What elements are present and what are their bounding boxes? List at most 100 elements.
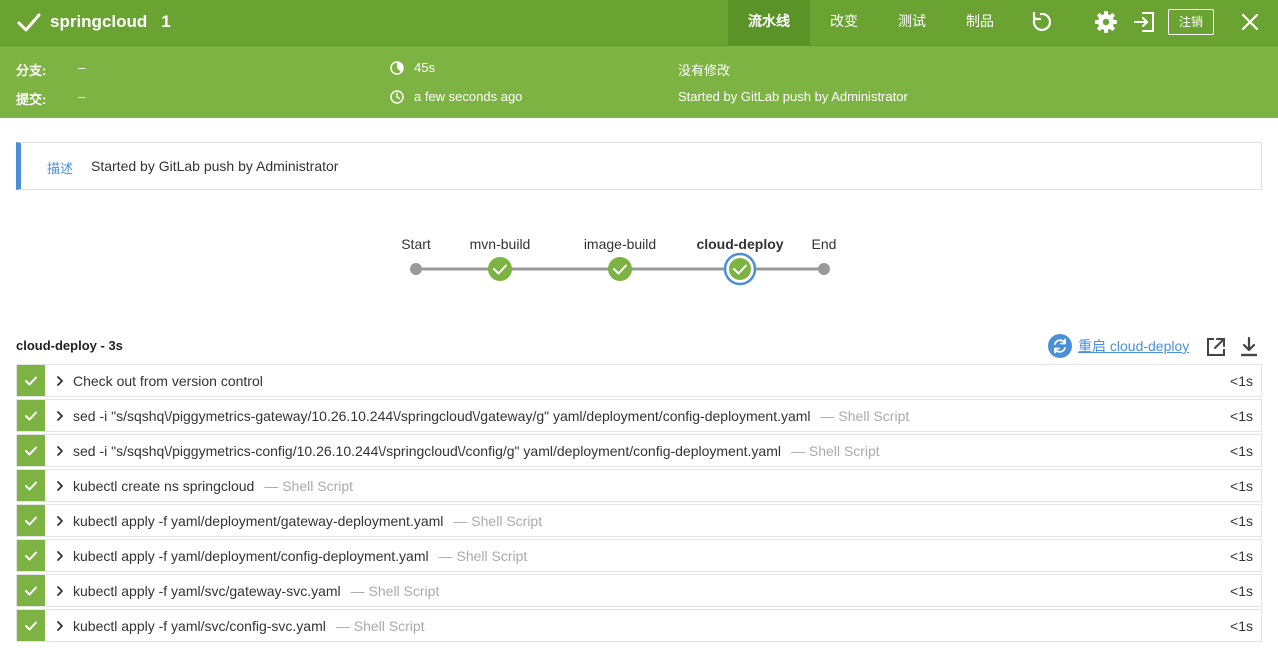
step-duration: <1s bbox=[1230, 373, 1253, 389]
step-command: kubectl apply -f yaml/deployment/config-… bbox=[73, 547, 429, 564]
step-success-badge bbox=[17, 470, 45, 501]
check-icon bbox=[25, 481, 37, 490]
step-row[interactable]: kubectl create ns springcloud — Shell Sc… bbox=[16, 469, 1262, 502]
stage-label-start: Start bbox=[401, 236, 431, 252]
step-type: — Shell Script bbox=[335, 617, 425, 634]
chevron-right-icon[interactable] bbox=[55, 550, 65, 562]
commit-value: – bbox=[78, 89, 86, 104]
success-check-icon bbox=[17, 13, 41, 32]
pipeline-name: springcloud bbox=[50, 12, 148, 31]
tab-pipeline[interactable]: 流水线 bbox=[728, 0, 810, 46]
step-success-badge bbox=[17, 435, 45, 466]
step-duration: <1s bbox=[1230, 408, 1253, 424]
description-panel: 描述 Started by GitLab push by Administrat… bbox=[16, 142, 1262, 190]
download-icon[interactable] bbox=[1238, 336, 1260, 358]
stage-label-cloud-deploy[interactable]: cloud-deploy bbox=[696, 236, 783, 252]
step-command: kubectl create ns springcloud bbox=[73, 477, 255, 494]
step-type: — Shell Script bbox=[820, 407, 910, 424]
stage-label-mvn-build[interactable]: mvn-build bbox=[470, 236, 531, 252]
step-type: — Shell Script bbox=[264, 477, 354, 494]
chevron-right-icon[interactable] bbox=[55, 620, 65, 632]
check-icon bbox=[25, 621, 37, 630]
step-type: — Shell Script bbox=[350, 582, 440, 599]
header-tabs: 流水线 改变 测试 制品 bbox=[728, 0, 1014, 46]
step-success-badge bbox=[17, 505, 45, 536]
step-duration: <1s bbox=[1230, 618, 1253, 634]
tab-tests[interactable]: 测试 bbox=[878, 0, 946, 46]
chevron-right-icon[interactable] bbox=[55, 375, 65, 387]
step-row[interactable]: kubectl apply -f yaml/deployment/config-… bbox=[16, 539, 1262, 572]
stage-node-mvn-build[interactable] bbox=[488, 257, 512, 281]
step-success-badge bbox=[17, 365, 45, 396]
exit-icon[interactable] bbox=[1132, 10, 1156, 34]
step-row[interactable]: kubectl apply -f yaml/svc/gateway-svc.ya… bbox=[16, 574, 1262, 607]
step-duration: <1s bbox=[1230, 548, 1253, 564]
step-duration: <1s bbox=[1230, 478, 1253, 494]
step-success-badge bbox=[17, 400, 45, 431]
restart-icon bbox=[1048, 334, 1072, 358]
duration-icon bbox=[390, 61, 404, 75]
changes-status: 没有修改 bbox=[678, 63, 731, 78]
step-type: — Shell Script bbox=[438, 547, 528, 564]
clock-icon bbox=[390, 90, 404, 104]
step-command: sed -i "s/sqshq\/piggymetrics-gateway/10… bbox=[73, 407, 811, 424]
step-success-badge bbox=[17, 610, 45, 641]
pipeline-graph: Start mvn-build image-build cloud-deploy… bbox=[0, 230, 1278, 300]
tab-artifacts[interactable]: 制品 bbox=[946, 0, 1014, 46]
run-time-ago: a few seconds ago bbox=[414, 89, 523, 104]
chevron-right-icon[interactable] bbox=[55, 410, 65, 422]
commit-label: 提交: bbox=[16, 92, 47, 107]
steps-title: cloud-deploy - 3s bbox=[16, 338, 123, 353]
stage-node-cloud-deploy[interactable] bbox=[723, 252, 757, 286]
step-success-badge bbox=[17, 540, 45, 571]
stage-node-image-build[interactable] bbox=[608, 257, 632, 281]
stage-label-end: End bbox=[811, 236, 837, 252]
step-command: sed -i "s/sqshq\/piggymetrics-config/10.… bbox=[73, 442, 781, 459]
run-summary: 分支: – 提交: – 45s a few seconds ago 没有修改 S… bbox=[0, 46, 1278, 118]
end-node bbox=[818, 263, 830, 275]
run-duration: 45s bbox=[414, 60, 435, 75]
gear-icon[interactable] bbox=[1094, 10, 1118, 34]
tab-changes[interactable]: 改变 bbox=[810, 0, 878, 46]
check-icon bbox=[25, 586, 37, 595]
step-duration: <1s bbox=[1230, 443, 1253, 459]
branch-label: 分支: bbox=[16, 63, 47, 78]
step-type: — Shell Script bbox=[453, 512, 543, 529]
step-type: — Shell Script bbox=[790, 442, 880, 459]
top-bar: springcloud 1 流水线 改变 测试 制品 注销 bbox=[0, 0, 1278, 46]
chevron-right-icon[interactable] bbox=[55, 515, 65, 527]
restart-stage-button[interactable]: 重启 cloud-deploy bbox=[1048, 334, 1189, 358]
logout-button[interactable]: 注销 bbox=[1168, 9, 1214, 35]
check-icon bbox=[25, 411, 37, 420]
stage-label-image-build[interactable]: image-build bbox=[584, 236, 656, 252]
step-row[interactable]: Check out from version control <1s bbox=[16, 364, 1262, 397]
check-icon bbox=[25, 446, 37, 455]
step-command: kubectl apply -f yaml/deployment/gateway… bbox=[73, 512, 444, 529]
chevron-right-icon[interactable] bbox=[55, 480, 65, 492]
run-title: springcloud 1 bbox=[16, 0, 171, 44]
restart-stage-label[interactable]: 重启 cloud-deploy bbox=[1078, 336, 1189, 356]
close-icon[interactable] bbox=[1238, 10, 1262, 34]
step-command: Check out from version control bbox=[73, 372, 263, 389]
step-command: kubectl apply -f yaml/svc/gateway-svc.ya… bbox=[73, 582, 341, 599]
open-in-new-icon[interactable] bbox=[1205, 336, 1227, 358]
check-icon bbox=[25, 551, 37, 560]
step-command: kubectl apply -f yaml/svc/config-svc.yam… bbox=[73, 617, 326, 634]
step-row[interactable]: sed -i "s/sqshq\/piggymetrics-config/10.… bbox=[16, 434, 1262, 467]
branch-value: – bbox=[78, 60, 86, 75]
description-label: 描述 bbox=[47, 161, 74, 176]
check-icon bbox=[25, 516, 37, 525]
replay-icon[interactable] bbox=[1029, 10, 1053, 34]
step-row[interactable]: kubectl apply -f yaml/deployment/gateway… bbox=[16, 504, 1262, 537]
chevron-right-icon[interactable] bbox=[55, 585, 65, 597]
step-duration: <1s bbox=[1230, 583, 1253, 599]
run-number: 1 bbox=[161, 12, 171, 31]
step-row[interactable]: sed -i "s/sqshq\/piggymetrics-gateway/10… bbox=[16, 399, 1262, 432]
chevron-right-icon[interactable] bbox=[55, 445, 65, 457]
step-success-badge bbox=[17, 575, 45, 606]
check-icon bbox=[25, 376, 37, 385]
run-cause: Started by GitLab push by Administrator bbox=[678, 89, 908, 104]
step-row[interactable]: kubectl apply -f yaml/svc/config-svc.yam… bbox=[16, 609, 1262, 642]
description-text: Started by GitLab push by Administrator bbox=[91, 158, 339, 174]
start-node bbox=[410, 263, 422, 275]
